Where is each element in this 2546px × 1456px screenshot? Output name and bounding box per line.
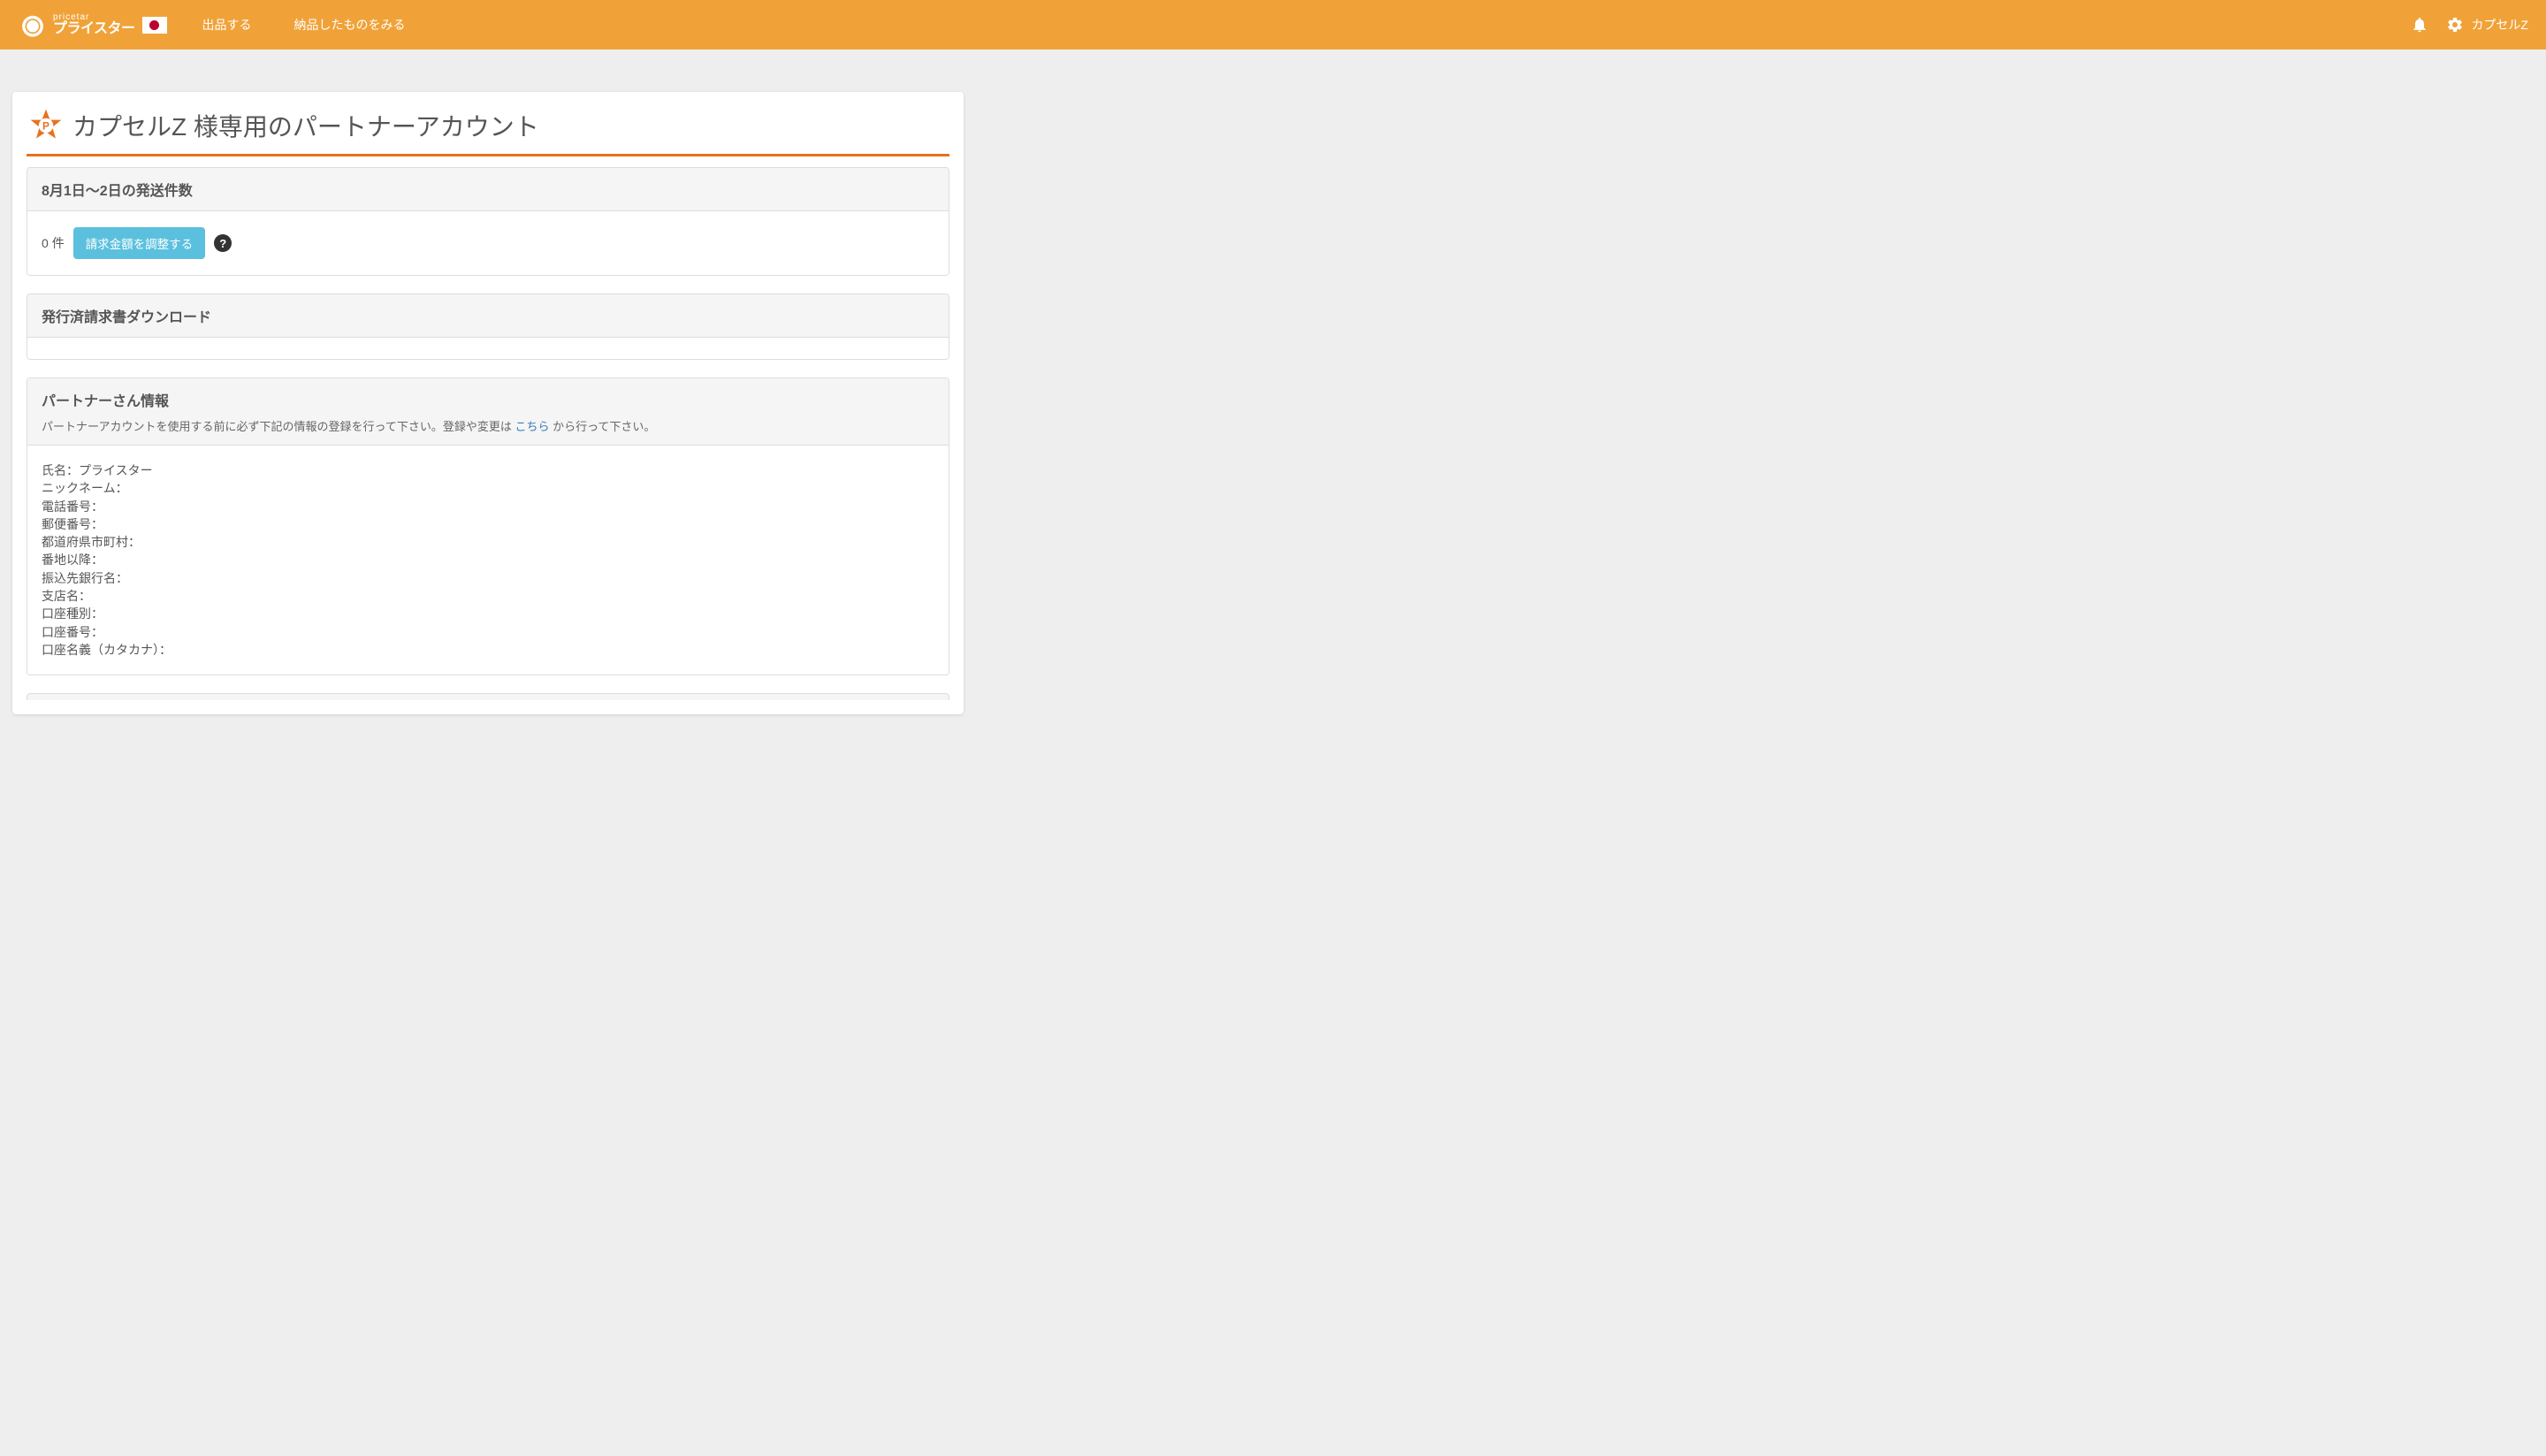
navbar-left: pricetar プライスター 出品する 納品したものをみる [18,10,406,40]
partner-info-heading-text: パートナーさん情報 [42,394,169,409]
info-postal: 郵便番号： [42,515,934,533]
partner-info-panel: パートナーさん情報 パートナーアカウントを使用する前に必ず下記の情報の登録を行っ… [27,377,949,675]
nav-link-listing[interactable]: 出品する [202,16,252,34]
navbar: pricetar プライスター 出品する 納品したものをみる カプセルZ [0,0,2546,50]
count-value: 0 [42,236,49,250]
invoice-panel-body [27,338,949,359]
notification-icon[interactable] [2411,16,2428,34]
shipment-panel-heading: 8月1日〜2日の発送件数 [27,168,949,211]
invoice-download-panel: 発行済請求書ダウンロード [27,293,949,360]
partner-info-heading: パートナーさん情報 パートナーアカウントを使用する前に必ず下記の情報の登録を行っ… [27,378,949,446]
adjust-amount-button[interactable]: 請求金額を調整する [73,227,206,259]
nav-link-shipped[interactable]: 納品したものをみる [294,16,406,34]
main-container: P カプセルZ 様専用のパートナーアカウント 8月1日〜2日の発送件数 0 件 … [12,92,964,714]
info-name: 氏名：プライスター [42,461,934,479]
logo-text-main: プライスター [53,22,135,36]
japan-flag-icon[interactable] [142,17,167,34]
logo-text: pricetar プライスター [53,13,135,36]
flag-circle [149,20,159,30]
desc-after: から行って下さい。 [549,420,655,433]
shipment-panel-body: 0 件 請求金額を調整する ? [27,211,949,275]
svg-text:P: P [42,120,50,133]
info-account-holder: 口座名義（カタカナ）： [42,641,934,659]
info-nickname: ニックネーム： [42,479,934,497]
count-text: 0 件 [42,234,65,252]
info-phone: 電話番号： [42,498,934,515]
invoice-panel-heading: 発行済請求書ダウンロード [27,294,949,338]
edit-info-link[interactable]: こちら [515,420,549,433]
page-title-row: P カプセルZ 様専用のパートナーアカウント [27,106,949,156]
info-branch: 支店名： [42,587,934,605]
page-title: カプセルZ 様専用のパートナーアカウント [72,108,539,143]
info-address: 番地以降： [42,551,934,568]
partner-info-body: 氏名：プライスター ニックネーム： 電話番号： 郵便番号： 都道府県市町村： 番… [27,446,949,675]
logo[interactable]: pricetar プライスター [18,10,135,40]
count-row: 0 件 請求金額を調整する ? [42,227,934,259]
user-name: カプセルZ [2471,16,2528,34]
partner-info-description: パートナーアカウントを使用する前に必ず下記の情報の登録を行って下さい。登録や変更… [42,417,934,434]
info-list: 氏名：プライスター ニックネーム： 電話番号： 郵便番号： 都道府県市町村： 番… [42,461,934,659]
info-account-number: 口座番号： [42,623,934,641]
count-unit: 件 [52,236,65,250]
info-account-type: 口座種別： [42,605,934,622]
gear-icon [2446,16,2464,34]
nav-links: 出品する 納品したものをみる [202,16,406,34]
next-panel-top [27,693,949,700]
desc-before: パートナーアカウントを使用する前に必ず下記の情報の登録を行って下さい。登録や変更… [42,420,515,433]
help-icon[interactable]: ? [214,234,232,252]
shipment-count-panel: 8月1日〜2日の発送件数 0 件 請求金額を調整する ? [27,167,949,276]
partner-star-icon: P [27,106,65,145]
user-menu[interactable]: カプセルZ [2446,16,2528,34]
pricetar-logo-icon [18,10,48,40]
info-prefecture: 都道府県市町村： [42,533,934,551]
info-bank: 振込先銀行名： [42,569,934,587]
navbar-right: カプセルZ [2411,16,2528,34]
